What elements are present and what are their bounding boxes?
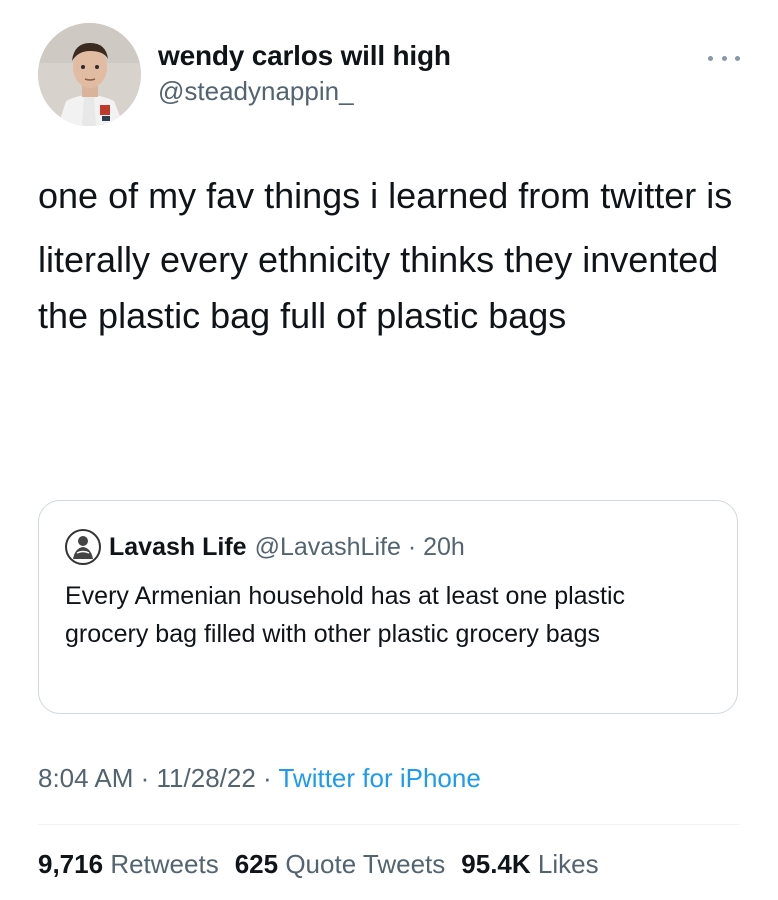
likes-count: 95.4K bbox=[461, 849, 531, 879]
tweet-paragraph: literally every ethnicity thinks they in… bbox=[38, 239, 719, 336]
quoted-tweet-text: Every Armenian household has at least on… bbox=[65, 582, 626, 648]
tweet-time[interactable]: 8:04 AM bbox=[38, 763, 133, 793]
tweet-paragraph: one of my fav things i learned from twit… bbox=[38, 175, 733, 216]
author-info: wendy carlos will high @steadynappin_ bbox=[158, 38, 451, 108]
tweet-stats: 9,716 Retweets 625 Quote Tweets 95.4K Li… bbox=[38, 846, 615, 882]
dot bbox=[735, 55, 740, 61]
tweet-timestamp: 8:04 AM · 11/28/22 · Twitter for iPhone bbox=[38, 760, 481, 796]
likes-stat[interactable]: 95.4K Likes bbox=[461, 846, 598, 882]
divider bbox=[38, 824, 740, 825]
retweets-stat[interactable]: 9,716 Retweets bbox=[38, 846, 219, 882]
quote-tweets-count: 625 bbox=[234, 849, 279, 879]
dot bbox=[708, 55, 713, 61]
quoted-tweet[interactable]: Lavash Life @LavashLife · 20h Every Arme… bbox=[38, 500, 738, 714]
profile-photo-icon bbox=[38, 23, 141, 126]
separator-dot: · bbox=[400, 533, 424, 561]
tweet-body: one of my fav things i learned from twit… bbox=[38, 168, 758, 344]
quoted-author-name[interactable]: Lavash Life bbox=[109, 531, 247, 563]
author-avatar[interactable] bbox=[38, 23, 141, 126]
retweets-label: Retweets bbox=[110, 849, 219, 879]
quoted-author-avatar[interactable] bbox=[65, 529, 101, 565]
more-dots-icon[interactable] bbox=[708, 48, 740, 68]
likes-label: Likes bbox=[537, 849, 599, 879]
quoted-author-handle[interactable]: @LavashLife bbox=[255, 531, 401, 563]
tweet-source-link[interactable]: Twitter for iPhone bbox=[278, 763, 480, 793]
retweets-count: 9,716 bbox=[38, 849, 104, 879]
author-handle[interactable]: @steadynappin_ bbox=[158, 74, 451, 108]
dot bbox=[721, 55, 727, 61]
quoted-time[interactable]: 20h bbox=[423, 531, 465, 563]
separator-dot: · bbox=[263, 763, 279, 793]
separator-dot: · bbox=[140, 763, 157, 793]
quoted-tweet-header: Lavash Life @LavashLife · 20h bbox=[65, 529, 465, 565]
quote-tweets-stat[interactable]: 625 Quote Tweets bbox=[235, 846, 446, 882]
lavash-logo-icon bbox=[68, 532, 98, 562]
tweet-date[interactable]: 11/28/22 bbox=[157, 763, 256, 793]
author-name[interactable]: wendy carlos will high bbox=[158, 38, 451, 74]
quote-tweets-label: Quote Tweets bbox=[285, 849, 446, 879]
